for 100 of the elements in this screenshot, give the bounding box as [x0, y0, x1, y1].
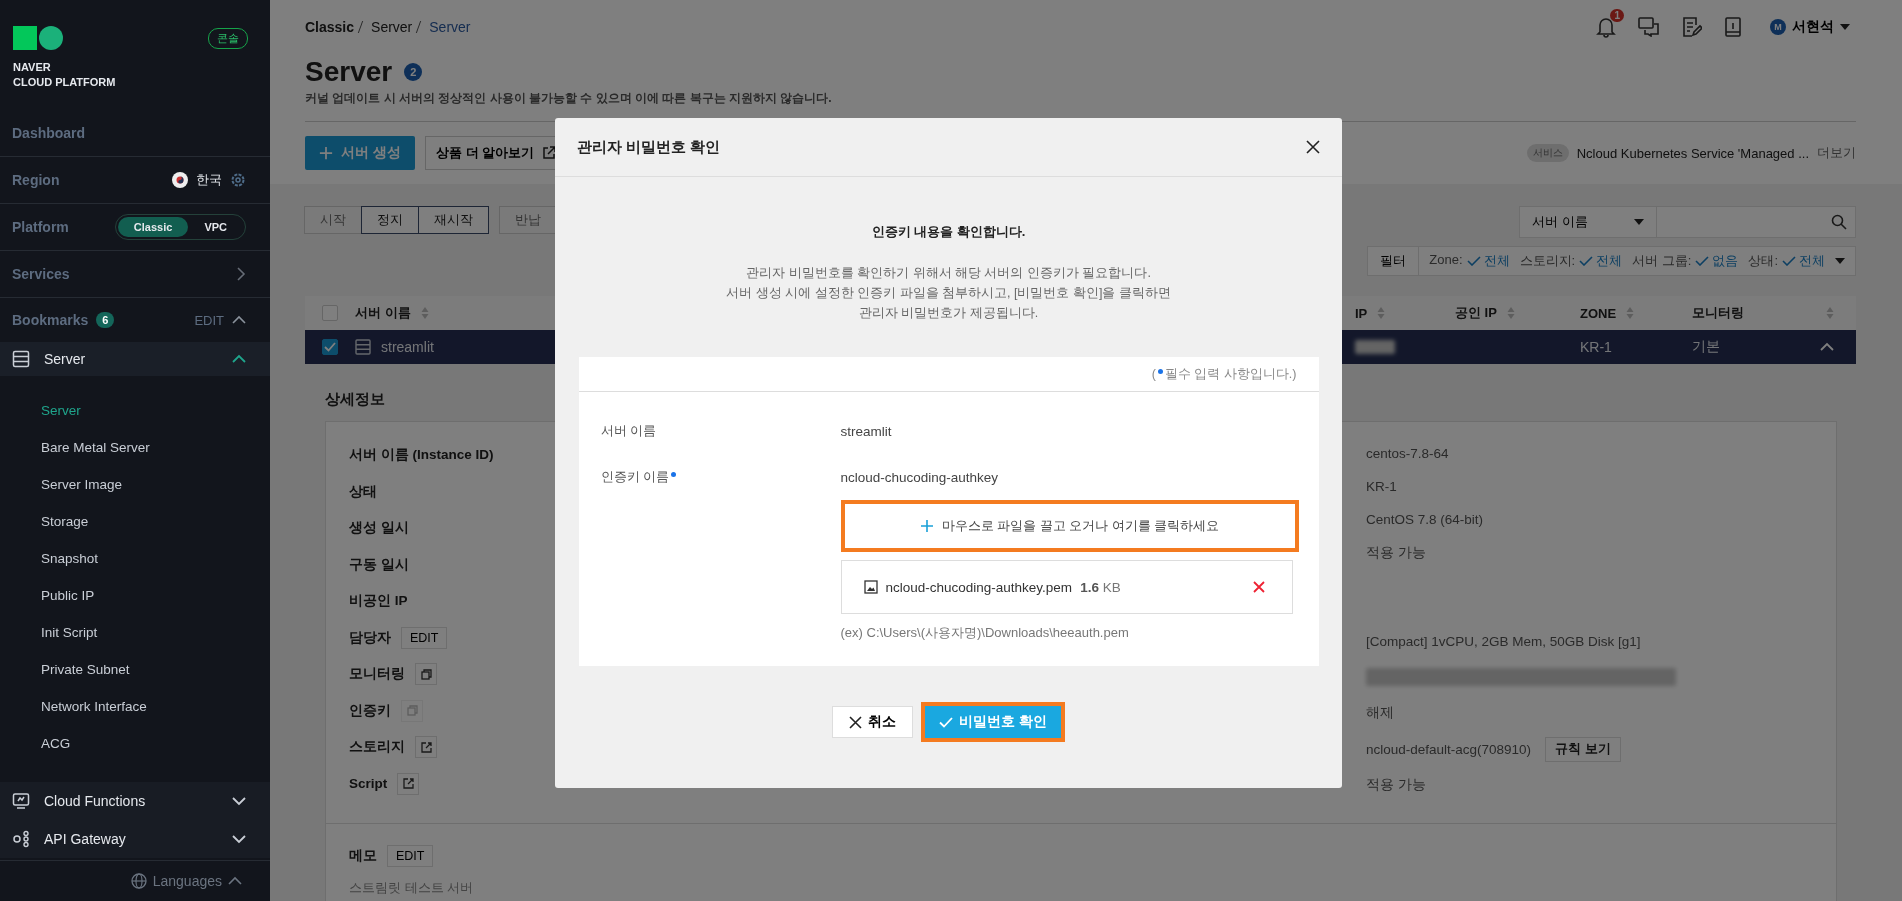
action-button[interactable]: 재시작 — [418, 206, 489, 234]
filter-label: Zone: — [1429, 252, 1463, 269]
detail-label: Script — [349, 776, 388, 792]
submenu-item[interactable]: Init Script — [0, 614, 270, 651]
submenu-item[interactable]: ACG — [0, 725, 270, 762]
server-icon — [355, 339, 371, 355]
submenu-item[interactable]: Snapshot — [0, 540, 270, 577]
detail-value: centos-7.8-64 — [1366, 446, 1449, 461]
detail-value: CentOS 7.8 (64-bit) — [1366, 512, 1484, 527]
column-header[interactable]: 서버 이름 — [355, 304, 411, 322]
chevron-up-icon[interactable] — [232, 315, 246, 325]
submenu-item[interactable]: Server Image — [0, 466, 270, 503]
close-icon[interactable] — [1306, 140, 1320, 154]
edit-button[interactable]: EDIT — [401, 626, 448, 649]
count-badge: 2 — [404, 63, 423, 81]
breadcrumb-link[interactable]: Server — [371, 19, 413, 35]
field-label: 인증키 이름 — [600, 468, 841, 486]
submenu-item[interactable]: Network Interface — [0, 688, 270, 725]
menu-item[interactable]: Cloud Functions — [0, 782, 270, 820]
confirm-button[interactable]: 비밀번호 확인 — [921, 702, 1065, 742]
server-icon — [12, 350, 30, 368]
table-cell: 기본 — [1692, 338, 1720, 356]
column-header[interactable]: IP — [1355, 305, 1368, 321]
external-link-button[interactable] — [415, 736, 437, 759]
book-icon[interactable] — [1724, 17, 1742, 37]
flag-icon — [172, 172, 188, 188]
breadcrumb-link[interactable]: Classic — [305, 19, 355, 35]
languages-button[interactable]: Languages — [124, 872, 248, 890]
submenu-item[interactable]: Storage — [0, 503, 270, 540]
table-cell: KR-1 — [1580, 339, 1612, 355]
more-link[interactable]: 더보기 — [1817, 144, 1856, 162]
column-header[interactable]: 공인 IP — [1455, 304, 1497, 322]
example-path: (ex) C:\Users\(사용자명)\Downloads\heeauth.pem — [840, 624, 1130, 642]
user-menu[interactable]: M 서현석 — [1764, 17, 1856, 37]
chevron-right-icon — [236, 267, 246, 281]
search-type-select[interactable]: 서버 이름 — [1519, 206, 1657, 238]
chevron-up-icon — [228, 876, 242, 886]
filter-value[interactable]: 전체 — [1466, 252, 1510, 270]
detail-value: 적용 가능 — [1366, 776, 1426, 794]
edit-button[interactable]: EDIT — [387, 845, 434, 868]
remove-icon[interactable] — [1251, 580, 1266, 594]
filter-value[interactable]: 전체 — [1579, 252, 1623, 270]
detail-label: 모니터링 — [349, 665, 405, 684]
file-dropzone[interactable]: 마우스로 파일을 끌고 오거나 여기를 클릭하세요 — [840, 500, 1299, 552]
platform-option[interactable]: VPC — [188, 217, 243, 237]
external-link-button[interactable] — [397, 772, 420, 795]
redacted-block — [1355, 340, 1395, 354]
filter-value[interactable]: 전체 — [1782, 252, 1825, 270]
detail-value: KR-1 — [1366, 479, 1397, 494]
field-label: 서버 이름 — [600, 422, 658, 440]
caret-icon[interactable] — [1835, 258, 1845, 264]
chevron-up-icon — [232, 354, 246, 364]
column-header[interactable]: 모니터링 — [1692, 304, 1744, 322]
submenu-item[interactable]: Server — [0, 392, 270, 429]
detail-value: ncloud-default-acg(708910) — [1366, 741, 1532, 757]
check-icon — [1695, 256, 1710, 266]
chevron-down-icon — [232, 834, 246, 844]
menu-item[interactable]: Server — [0, 342, 270, 376]
checkbox[interactable] — [322, 305, 338, 321]
action-button[interactable]: 정지 — [361, 206, 419, 234]
notification-badge: 1 — [1610, 9, 1624, 22]
monitor-icon — [12, 792, 30, 810]
modal-description: 관리자 비밀번호를 확인하기 위해서 해당 서버의 인증키가 필요합니다. 서버 생성 시에 설정한 인증키 파일을 첨부하시고, [비밀번호 확인]을 클릭하면 관리자 비밀번호가 제공됩니다. — [726, 265, 1171, 322]
settings-icon[interactable] — [230, 172, 246, 188]
document-edit-icon[interactable] — [1682, 17, 1702, 37]
detail-label: 담당자 — [349, 628, 391, 647]
checkbox[interactable] — [322, 339, 338, 355]
external-link-icon — [542, 146, 557, 160]
dashboard-link[interactable]: Dashboard — [12, 125, 86, 141]
search-icon[interactable] — [1831, 214, 1847, 230]
bell-icon[interactable] — [1596, 16, 1616, 38]
submenu-item[interactable]: Public IP — [0, 577, 270, 614]
services-link[interactable]: Services — [12, 266, 70, 282]
logo-icon — [13, 26, 65, 52]
chat-icon[interactable] — [1638, 17, 1660, 37]
edit-button[interactable]: EDIT — [194, 312, 224, 328]
nodes-icon — [12, 830, 30, 848]
console-badge[interactable]: 콘솔 — [208, 28, 248, 49]
platform-option[interactable]: Classic — [117, 217, 189, 237]
detail-label: 인증키 — [349, 701, 391, 720]
filter-value[interactable]: 없음 — [1695, 252, 1739, 270]
cancel-button[interactable]: 취소 — [832, 706, 914, 738]
required-note: ( 필수 입력 사항입니다.) — [1151, 365, 1297, 383]
menu-item[interactable]: API Gateway — [0, 820, 270, 858]
detail-label: 메모 — [349, 847, 377, 866]
column-header[interactable]: ZONE — [1580, 305, 1617, 321]
view-rules-button[interactable]: 규칙 보기 — [1545, 736, 1621, 762]
platform-label: Platform — [12, 219, 69, 235]
detail-value: [Compact] 1vCPU, 2GB Mem, 50GB Disk [g1] — [1366, 633, 1641, 649]
chevron-down-icon — [232, 796, 246, 806]
detail-label: 구동 일시 — [349, 555, 409, 574]
submenu-item[interactable]: Bare Metal Server — [0, 429, 270, 466]
caret-icon — [1634, 219, 1644, 225]
page-title: Server — [305, 55, 393, 89]
submenu-item[interactable]: Private Subnet — [0, 651, 270, 688]
copy-button[interactable] — [415, 663, 437, 686]
plus-icon — [319, 146, 333, 160]
breadcrumb-link[interactable]: Server — [429, 19, 471, 35]
search-field[interactable] — [1657, 206, 1856, 238]
region-value[interactable]: 한국 — [196, 171, 222, 189]
